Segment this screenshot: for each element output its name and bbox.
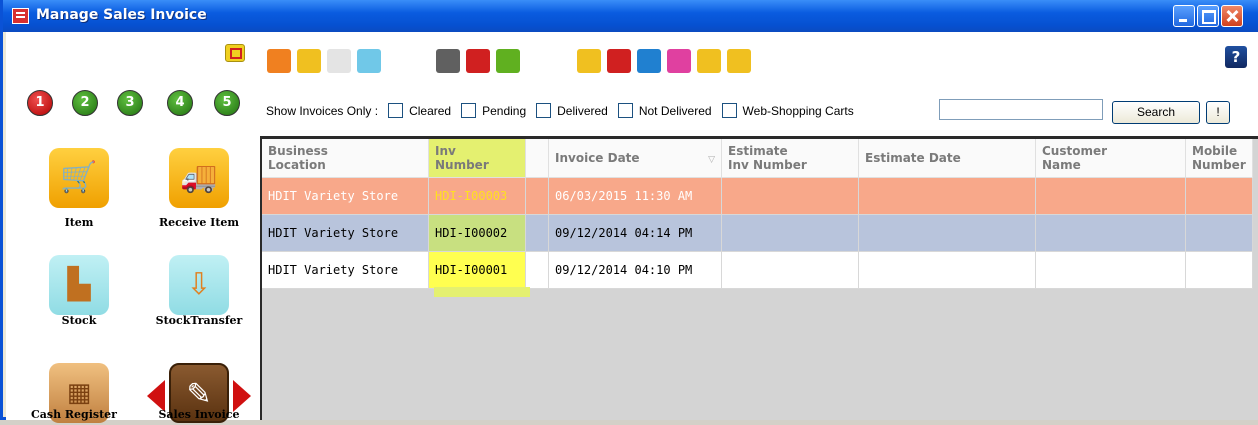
toolbar: ? Show Invoices Only : Cleared Pending Deli… bbox=[260, 32, 1258, 136]
delivery-truck-icon: 🚚 bbox=[180, 160, 218, 195]
receive-item-tile[interactable]: 🚚 bbox=[169, 148, 229, 208]
cell-date: 09/12/2014 04:10 PM bbox=[548, 251, 722, 289]
web-carts-label: Web-Shopping Carts bbox=[742, 103, 854, 118]
table-row[interactable]: HDIT Variety Store HDI-I00002 09/12/2014… bbox=[262, 214, 1253, 252]
main-panel: ? Show Invoices Only : Cleared Pending Deli… bbox=[260, 32, 1258, 420]
shopping-cart-icon: 🛒 bbox=[60, 160, 98, 195]
export-icon[interactable] bbox=[697, 49, 721, 73]
window-title: Manage Sales Invoice bbox=[36, 7, 207, 23]
cell-estimate-date bbox=[858, 251, 1036, 289]
stock-transfer-label: StockTransfer bbox=[155, 314, 243, 327]
cleared-label: Cleared bbox=[409, 103, 452, 118]
cell-inv: HDI-I00003 bbox=[428, 177, 526, 215]
minimize-button[interactable] bbox=[1173, 5, 1195, 27]
cell-location: HDIT Variety Store bbox=[262, 251, 429, 289]
cell-customer bbox=[1035, 177, 1186, 215]
column-highlight bbox=[434, 287, 530, 297]
help-button[interactable]: ? bbox=[1225, 46, 1247, 68]
col-mobile-number[interactable]: Mobile Number bbox=[1185, 139, 1253, 178]
main-window: Manage Sales Invoice 1 2 3 4 5 🛒 Item 🚚 … bbox=[0, 0, 1258, 423]
step-4-button[interactable]: 4 bbox=[167, 90, 193, 116]
close-button[interactable] bbox=[1221, 5, 1243, 27]
header-row: Business Location Inv Number Invoice Date ▽… bbox=[262, 139, 1253, 178]
cell-date: 09/12/2014 04:14 PM bbox=[548, 214, 722, 252]
cancel-icon[interactable] bbox=[297, 49, 321, 73]
truck-disabled-icon[interactable] bbox=[327, 49, 351, 73]
exclaim-button[interactable]: ! bbox=[1206, 101, 1230, 124]
title-bar[interactable]: Manage Sales Invoice bbox=[3, 0, 1258, 32]
cell-inv: HDI-I00001 bbox=[428, 251, 526, 289]
col-customer-name[interactable]: Customer Name bbox=[1035, 139, 1186, 178]
import-icon[interactable] bbox=[727, 49, 751, 73]
not-delivered-checkbox[interactable] bbox=[617, 103, 633, 119]
edit-icon[interactable] bbox=[637, 49, 661, 73]
col-estimate-date[interactable]: Estimate Date bbox=[858, 139, 1036, 178]
transfer-icon: ⇩ bbox=[186, 267, 212, 302]
cell-estimate-date bbox=[858, 177, 1036, 215]
cell-spacer bbox=[525, 214, 549, 252]
print-green-icon[interactable] bbox=[496, 49, 520, 73]
sidebar-toggle-icon[interactable] bbox=[225, 44, 245, 62]
maximize-button[interactable] bbox=[1197, 5, 1219, 27]
not-delivered-label: Not Delivered bbox=[638, 103, 712, 118]
cell-date: 06/03/2015 11:30 AM bbox=[548, 177, 722, 215]
cell-estimate-date bbox=[858, 214, 1036, 252]
cell-location: HDIT Variety Store bbox=[262, 214, 429, 252]
sales-invoice-label: Sales Invoice bbox=[158, 408, 240, 421]
search-button[interactable]: Search bbox=[1112, 101, 1200, 124]
item-label: Item bbox=[64, 216, 94, 229]
col-business-location[interactable]: Business Location bbox=[262, 139, 429, 178]
cell-customer bbox=[1035, 214, 1186, 252]
receive-item-label: Receive Item bbox=[158, 216, 240, 229]
hand-truck-icon: ▙ bbox=[67, 267, 91, 302]
filter-label: Show Invoices Only : bbox=[266, 103, 379, 118]
cell-estimate-inv bbox=[721, 251, 859, 289]
cell-mobile bbox=[1185, 214, 1253, 252]
help-doc-icon[interactable] bbox=[667, 49, 691, 73]
step-1-button[interactable]: 1 bbox=[27, 90, 53, 116]
cash-register-label: Cash Register bbox=[31, 408, 117, 421]
truck-icon[interactable] bbox=[357, 49, 381, 73]
web-carts-checkbox[interactable] bbox=[721, 103, 737, 119]
cell-inv: HDI-I00002 bbox=[428, 214, 526, 252]
delivered-checkbox[interactable] bbox=[536, 103, 552, 119]
cell-estimate-inv bbox=[721, 214, 859, 252]
filter-bar: Show Invoices Only : Cleared Pending Delive… bbox=[266, 103, 854, 119]
minus-icon[interactable] bbox=[607, 49, 631, 73]
print-red-icon[interactable] bbox=[466, 49, 490, 73]
app-icon bbox=[12, 8, 29, 24]
cell-mobile bbox=[1185, 251, 1253, 289]
cell-spacer bbox=[525, 177, 549, 215]
table-row[interactable]: HDIT Variety Store HDI-I00001 09/12/2014… bbox=[262, 251, 1253, 289]
stock-transfer-tile[interactable]: ⇩ bbox=[169, 255, 229, 315]
copy-icon[interactable] bbox=[577, 49, 601, 73]
step-5-button[interactable]: 5 bbox=[214, 90, 240, 116]
step-3-button[interactable]: 3 bbox=[117, 90, 143, 116]
cell-estimate-inv bbox=[721, 177, 859, 215]
col-estimate-inv-number[interactable]: Estimate Inv Number bbox=[721, 139, 859, 178]
col-spacer bbox=[525, 139, 549, 178]
col-invoice-date[interactable]: Invoice Date ▽ bbox=[548, 139, 722, 178]
pending-label: Pending bbox=[482, 103, 527, 118]
cell-mobile bbox=[1185, 177, 1253, 215]
cleared-checkbox[interactable] bbox=[388, 103, 404, 119]
cell-spacer bbox=[525, 251, 549, 289]
sort-icon[interactable]: ▽ bbox=[708, 153, 715, 167]
stock-tile[interactable]: ▙ bbox=[49, 255, 109, 315]
invoice-grid: Business Location Inv Number Invoice Date ▽… bbox=[260, 136, 1258, 420]
step-2-button[interactable]: 2 bbox=[72, 90, 98, 116]
sidebar: 1 2 3 4 5 🛒 Item 🚚 Receive Item ▙ Stock … bbox=[6, 32, 260, 423]
col-inv-number[interactable]: Inv Number bbox=[428, 139, 526, 178]
invoice-table: Business Location Inv Number Invoice Date ▽… bbox=[262, 139, 1253, 289]
item-tile[interactable]: 🛒 bbox=[49, 148, 109, 208]
pending-checkbox[interactable] bbox=[461, 103, 477, 119]
delivered-label: Delivered bbox=[557, 103, 608, 118]
stock-label: Stock bbox=[61, 314, 97, 327]
print-icon[interactable] bbox=[436, 49, 460, 73]
search-icon[interactable] bbox=[267, 49, 291, 73]
cell-location: HDIT Variety Store bbox=[262, 177, 429, 215]
search-input[interactable] bbox=[939, 99, 1103, 120]
cell-customer bbox=[1035, 251, 1186, 289]
table-row[interactable]: HDIT Variety Store HDI-I00003 06/03/2015… bbox=[262, 177, 1253, 215]
